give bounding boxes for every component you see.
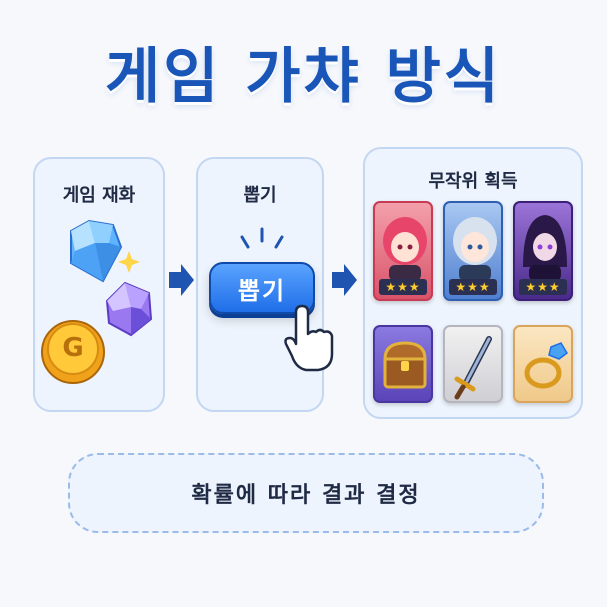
result-panel: 무작위 획득 ★★★ ★★★ ★★★ — [363, 147, 583, 419]
draw-panel: 뽑기 뽑기 — [196, 157, 334, 412]
sword-icon — [454, 336, 492, 400]
ring-card — [513, 325, 573, 403]
treasure-chest-card — [373, 325, 433, 403]
probability-note: 확률에 따라 결과 결정 — [191, 483, 421, 508]
purple-gem-icon — [105, 281, 153, 337]
pointing-hand-icon — [284, 304, 334, 372]
currency-icons — [41, 219, 153, 384]
result-label: 무작위 획득 — [428, 171, 518, 192]
pink-hair-character-icon — [383, 217, 427, 281]
draw-label: 뽑기 — [243, 185, 277, 206]
blue-gem-icon — [70, 219, 123, 283]
hooded-character-icon — [523, 215, 567, 281]
treasure-chest-icon — [383, 341, 427, 389]
rarity-stars: ★★★ — [519, 279, 567, 295]
pink-hair-character-card: ★★★ — [373, 201, 433, 301]
page-title: 게임 가챠 방식 — [105, 42, 502, 112]
coin-letter: G — [62, 333, 84, 363]
silver-hair-character-icon — [453, 217, 497, 281]
sword-card — [443, 325, 503, 403]
sparkle-icon — [118, 251, 140, 273]
rarity-stars: ★★★ — [379, 279, 427, 295]
ring-icon — [524, 342, 568, 389]
silver-hair-character-card: ★★★ — [443, 201, 503, 301]
hooded-character-card: ★★★ — [513, 201, 573, 301]
arrow-right-icon — [332, 264, 357, 296]
arrow-right-icon — [169, 264, 194, 296]
currency-panel: 게임 재화 G — [33, 157, 165, 412]
rarity-stars: ★★★ — [449, 279, 497, 295]
probability-note-box: 확률에 따라 결과 결정 — [68, 453, 544, 533]
